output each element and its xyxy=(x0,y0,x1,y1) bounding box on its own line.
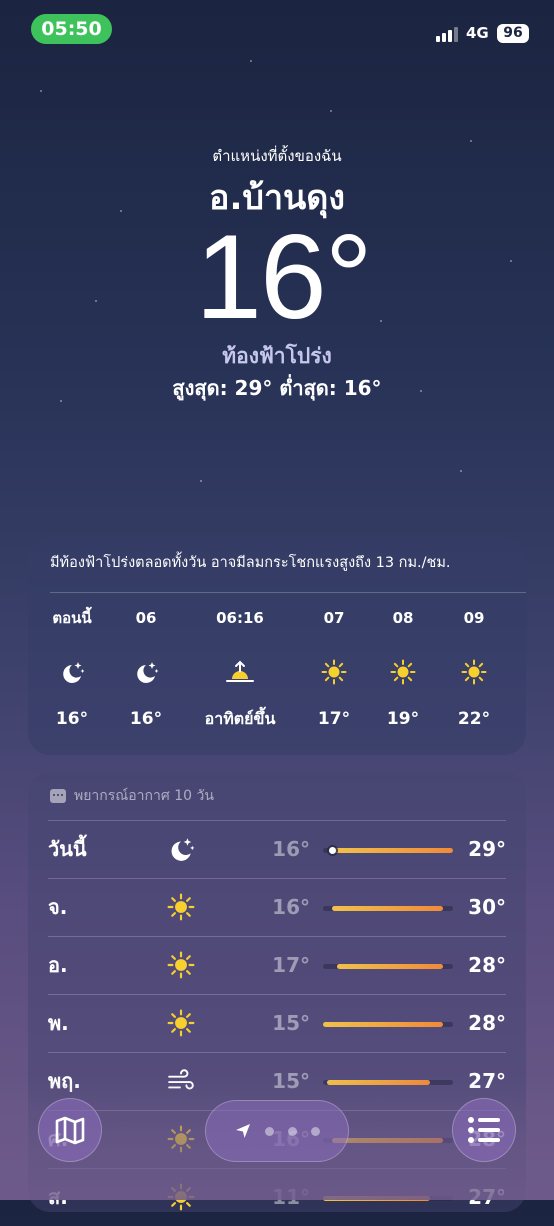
location-list-button[interactable] xyxy=(452,1098,516,1162)
hour-forecast-item: 06 16° xyxy=(96,607,196,731)
day-high-temperature: 28° xyxy=(468,953,506,977)
day-low-temperature: 16° xyxy=(272,837,310,861)
hour-label: 09 xyxy=(463,609,485,627)
current-weather-header: ตำแหน่งที่ตั้งของฉัน อ.บ้านดุง 16° ท้องฟ… xyxy=(0,140,554,402)
hour-forecast-item: 09 22° xyxy=(424,607,524,731)
list-icon xyxy=(468,1117,500,1143)
temperature-range-fill xyxy=(337,964,443,969)
sun-icon xyxy=(166,892,196,922)
temperature-range-bar xyxy=(323,847,453,854)
ten-day-title-text: พยากรณ์อากาศ 10 วัน xyxy=(74,788,214,804)
current-temperature: 16° xyxy=(195,210,372,344)
battery-indicator: 96 xyxy=(497,24,529,43)
weather-condition: ท้องฟ้าโปร่ง xyxy=(222,344,332,368)
day-name: พ. xyxy=(48,1011,69,1035)
page-dot[interactable] xyxy=(264,1126,274,1136)
sun-icon xyxy=(166,950,196,980)
status-bar: 05:50 4G 96 xyxy=(0,0,554,60)
hour-temperature: 22° xyxy=(457,709,491,729)
day-forecast-row[interactable]: พ. 15° 28° xyxy=(48,994,506,1052)
row-divider xyxy=(48,820,506,821)
location-arrow-icon xyxy=(235,1124,250,1138)
hourly-forecast-card[interactable]: มีท้องฟ้าโปร่งตลอดทั้งวัน อาจมีลมกระโชกแ… xyxy=(28,537,526,755)
day-name: จ. xyxy=(48,895,68,919)
row-divider xyxy=(48,878,506,879)
hour-forecast-item: 06:16 อาทิตย์ขึ้น xyxy=(190,607,290,731)
day-forecast-row[interactable]: วันนี้ 16° 29° xyxy=(48,820,506,878)
day-low-temperature: 16° xyxy=(272,895,310,919)
moon-stars-icon xyxy=(166,834,196,864)
temperature-range-fill xyxy=(332,848,453,853)
map-button[interactable] xyxy=(38,1098,102,1162)
temperature-range-fill xyxy=(323,1022,443,1027)
hour-label: 06:16 xyxy=(216,609,264,627)
day-high-temperature: 28° xyxy=(468,1011,506,1035)
row-divider xyxy=(48,994,506,995)
temperature-range-fill xyxy=(332,906,443,911)
cellular-signal-icon xyxy=(436,24,462,42)
page-dot[interactable] xyxy=(287,1126,297,1136)
map-icon xyxy=(55,1116,85,1145)
day-low-temperature: 15° xyxy=(272,1011,310,1035)
day-name: วันนี้ xyxy=(48,837,87,861)
temperature-range-bar xyxy=(323,1022,453,1027)
day-forecast-row[interactable]: อ. 17° 28° xyxy=(48,936,506,994)
day-forecast-row[interactable]: จ. 16° 30° xyxy=(48,878,506,936)
location-page-indicator[interactable] xyxy=(205,1100,349,1162)
status-time: 05:50 xyxy=(31,14,112,44)
forecast-summary: มีท้องฟ้าโปร่งตลอดทั้งวัน อาจมีลมกระโชกแ… xyxy=(50,555,451,571)
divider xyxy=(50,592,526,593)
row-divider xyxy=(48,1052,506,1053)
network-type: 4G xyxy=(466,24,489,42)
temperature-range-bar xyxy=(323,964,453,969)
high-low-temperature: สูงสุด: 29° ต่ำสุด: 16° xyxy=(172,376,382,400)
sun-icon xyxy=(424,655,524,689)
day-name: อ. xyxy=(48,953,68,977)
day-high-temperature: 30° xyxy=(468,895,506,919)
row-divider xyxy=(48,936,506,937)
hour-temperature: 16° xyxy=(129,709,163,729)
location-label: ตำแหน่งที่ตั้งของฉัน xyxy=(212,147,342,165)
day-low-temperature: 17° xyxy=(272,953,310,977)
day-high-temperature: 29° xyxy=(468,837,506,861)
hour-label: 06 xyxy=(135,609,157,627)
moon-stars-icon xyxy=(96,655,196,689)
sun-icon xyxy=(166,1008,196,1038)
page-dot[interactable] xyxy=(310,1126,320,1136)
sunrise-icon xyxy=(190,655,290,689)
calendar-icon xyxy=(50,789,66,803)
temperature-range-bar xyxy=(323,906,453,911)
hour-temperature: อาทิตย์ขึ้น xyxy=(204,709,276,728)
ten-day-forecast-title: พยากรณ์อากาศ 10 วัน xyxy=(50,786,214,806)
